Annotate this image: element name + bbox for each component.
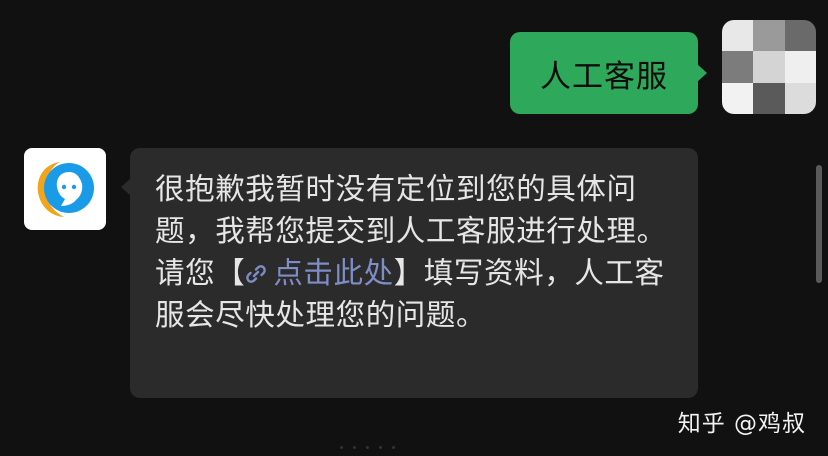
outgoing-message-text: 人工客服 xyxy=(540,58,668,95)
watermark: 知乎 @鸡叔 xyxy=(677,411,806,437)
chat-window: 人工客服 很抱歉我暂时没有定位到您的具体问题，我帮您提交到人工客服进行处理。请您… xyxy=(0,0,828,456)
bot-avatar[interactable] xyxy=(24,148,106,230)
click-here-link-label: 点击此处 xyxy=(273,256,394,290)
outgoing-message[interactable]: 人工客服 xyxy=(510,32,707,114)
click-here-link[interactable]: 点击此处 xyxy=(245,256,393,290)
link-icon xyxy=(246,265,267,283)
scrollbar[interactable] xyxy=(816,165,822,283)
scroll-indicator-dots xyxy=(340,446,395,449)
incoming-message: 很抱歉我暂时没有定位到您的具体问题，我帮您提交到人工客服进行处理。请您【 点击此处… xyxy=(121,148,698,398)
user-avatar[interactable] xyxy=(722,20,816,114)
incoming-bubble-tail xyxy=(121,178,131,196)
outgoing-bubble-tail xyxy=(697,64,707,82)
customer-service-icon xyxy=(37,162,94,217)
